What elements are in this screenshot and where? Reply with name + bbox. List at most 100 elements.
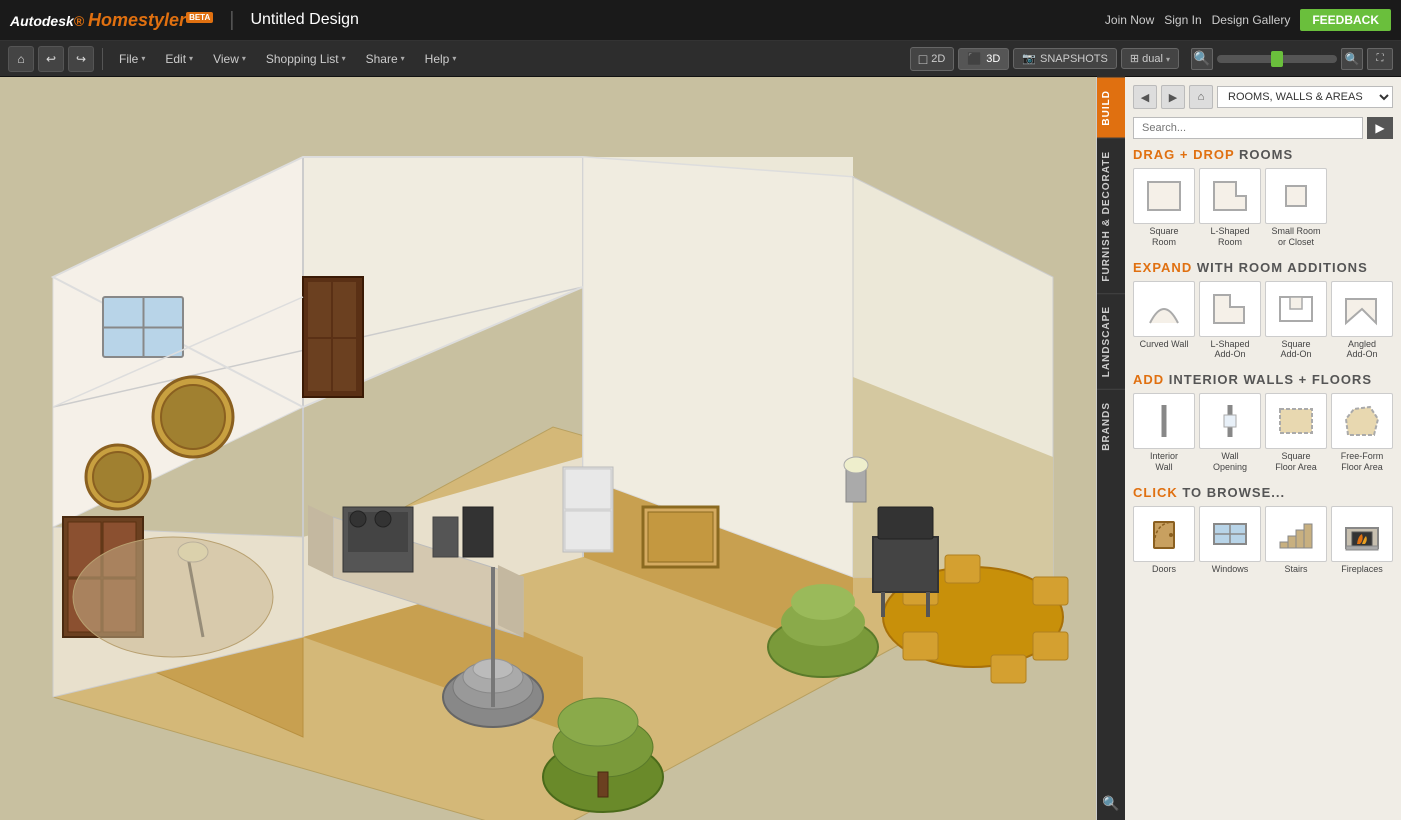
wall-opening-thumb [1199,393,1261,449]
square-floor-thumb [1265,393,1327,449]
windows-item[interactable]: Windows [1199,506,1261,575]
square-room-thumb [1133,168,1195,224]
curved-wall-item[interactable]: Curved Wall [1133,281,1195,361]
click-browse-grid: Doors Windows [1133,506,1393,575]
zoom-slider[interactable] [1217,55,1337,63]
angled-addon-thumb [1331,281,1393,337]
beta-badge: BETA [186,12,213,23]
panel-search-button[interactable]: ▶ [1367,117,1393,139]
drag-rooms-grid: SquareRoom L-ShapedRoom [1133,168,1393,248]
zoom-thumb [1271,51,1283,67]
fireplaces-item[interactable]: Fireplaces [1331,506,1393,575]
windows-label: Windows [1199,564,1261,575]
view-2d-button[interactable]: □ 2D [910,47,955,71]
panel-back-button[interactable]: ◀ [1133,85,1157,109]
zoom-out-button[interactable]: 🔍 [1191,48,1213,70]
l-shaped-room-thumb [1199,168,1261,224]
toolbar: ⌂ ↩ ↪ File▾ Edit▾ View▾ Shopping List▾ S… [0,41,1401,77]
panel-forward-button[interactable]: ▶ [1161,85,1185,109]
click-browse-header: CLICK TO BROWSE... [1133,485,1393,500]
toolbar-separator [102,48,103,70]
canvas-area[interactable]: ◀ ▲ ▼ ▶ [0,77,1096,820]
square-addon-label: SquareAdd-On [1265,339,1327,361]
square-room-item[interactable]: SquareRoom [1133,168,1195,248]
design-gallery-link[interactable]: Design Gallery [1212,13,1291,27]
l-shaped-addon-label: L-ShapedAdd-On [1199,339,1261,361]
stairs-label: Stairs [1265,564,1327,575]
house-scene [0,77,1096,820]
angled-addon-label: AngledAdd-On [1331,339,1393,361]
right-panel: BUILD FURNISH & DECORATE LANDSCAPE BRAND… [1096,77,1401,820]
fullscreen-button[interactable]: ⛶ [1367,48,1393,70]
undo-button[interactable]: ↩ [38,46,64,72]
share-menu[interactable]: Share▾ [358,49,413,69]
l-shaped-room-item[interactable]: L-ShapedRoom [1199,168,1261,248]
stairs-item[interactable]: Stairs [1265,506,1327,575]
view-3d-button[interactable]: ⬛ 3D [958,48,1009,70]
join-now-link[interactable]: Join Now [1105,13,1154,27]
small-room-thumb [1265,168,1327,224]
tab-furnish[interactable]: FURNISH & DECORATE [1097,138,1125,294]
doors-thumb [1133,506,1195,562]
panel-home-button[interactable]: ⌂ [1189,85,1213,109]
wall-opening-label: WallOpening [1199,451,1261,473]
logo-text: Autodesk® HomestylerBETA [10,10,213,31]
panel-content: ◀ ▶ ⌂ ROOMS, WALLS & AREAS All Rooms Flo… [1125,77,1401,820]
home-button[interactable]: ⌂ [8,46,34,72]
interior-wall-item[interactable]: InteriorWall [1133,393,1195,473]
l-shaped-addon-item[interactable]: L-ShapedAdd-On [1199,281,1261,361]
angled-addon-item[interactable]: AngledAdd-On [1331,281,1393,361]
dual-button[interactable]: ⊞ dual ▾ [1121,48,1179,69]
zoom-controls: 🔍 🔍 ⛶ [1191,48,1393,70]
fireplaces-label: Fireplaces [1331,564,1393,575]
doors-label: Doors [1133,564,1195,575]
l-shaped-room-label: L-ShapedRoom [1199,226,1261,248]
square-addon-item[interactable]: SquareAdd-On [1265,281,1327,361]
tab-build[interactable]: BUILD [1097,77,1125,138]
small-room-label: Small Roomor Closet [1265,226,1327,248]
stairs-thumb [1265,506,1327,562]
interior-wall-label: InteriorWall [1133,451,1195,473]
show-select[interactable]: ROOMS, WALLS & AREAS All Rooms Floors On… [1217,86,1393,108]
square-floor-label: SquareFloor Area [1265,451,1327,473]
feedback-button[interactable]: FEEDBACK [1300,9,1391,31]
main-area: ◀ ▲ ▼ ▶ [0,77,1401,820]
interior-wall-thumb [1133,393,1195,449]
square-room-label: SquareRoom [1133,226,1195,248]
curved-wall-label: Curved Wall [1133,339,1195,350]
shopping-list-menu[interactable]: Shopping List▾ [258,49,354,69]
square-addon-thumb [1265,281,1327,337]
expand-grid: Curved Wall L-ShapedAdd-On [1133,281,1393,361]
freeform-floor-label: Free-FormFloor Area [1331,451,1393,473]
view-menu[interactable]: View▾ [205,49,254,69]
top-bar-right: Join Now Sign In Design Gallery FEEDBACK [1105,9,1391,31]
file-menu[interactable]: File▾ [111,49,153,69]
logo-area: Autodesk® HomestylerBETA [10,10,213,31]
view-mode-group: □ 2D ⬛ 3D 📷 SNAPSHOTS ⊞ dual ▾ [910,47,1179,71]
edit-menu[interactable]: Edit▾ [157,49,201,69]
wall-opening-item[interactable]: WallOpening [1199,393,1261,473]
panel-search: ▶ [1133,117,1393,139]
redo-button[interactable]: ↪ [68,46,94,72]
sign-in-link[interactable]: Sign In [1164,13,1201,27]
interior-grid: InteriorWall WallOpening [1133,393,1393,473]
interior-header: ADD INTERIOR WALLS + FLOORS [1133,372,1393,387]
doors-item[interactable]: Doors [1133,506,1195,575]
search-tab[interactable]: 🔍 [1098,787,1123,820]
tab-brands[interactable]: BRANDS [1097,389,1125,463]
snapshots-button[interactable]: 📷 SNAPSHOTS [1013,48,1117,69]
help-menu[interactable]: Help▾ [417,49,465,69]
tab-landscape[interactable]: LANDSCAPE [1097,293,1125,389]
square-floor-item[interactable]: SquareFloor Area [1265,393,1327,473]
top-bar: Autodesk® HomestylerBETA | Untitled Desi… [0,0,1401,41]
fireplaces-thumb [1331,506,1393,562]
curved-wall-thumb [1133,281,1195,337]
small-room-item[interactable]: Small Roomor Closet [1265,168,1327,248]
design-title: Untitled Design [250,11,359,29]
zoom-in-button[interactable]: 🔍 [1341,48,1363,70]
panel-nav: ◀ ▶ ⌂ ROOMS, WALLS & AREAS All Rooms Flo… [1133,85,1393,109]
l-shaped-addon-thumb [1199,281,1261,337]
title-separator: | [229,9,234,32]
freeform-floor-item[interactable]: Free-FormFloor Area [1331,393,1393,473]
panel-search-input[interactable] [1133,117,1363,139]
